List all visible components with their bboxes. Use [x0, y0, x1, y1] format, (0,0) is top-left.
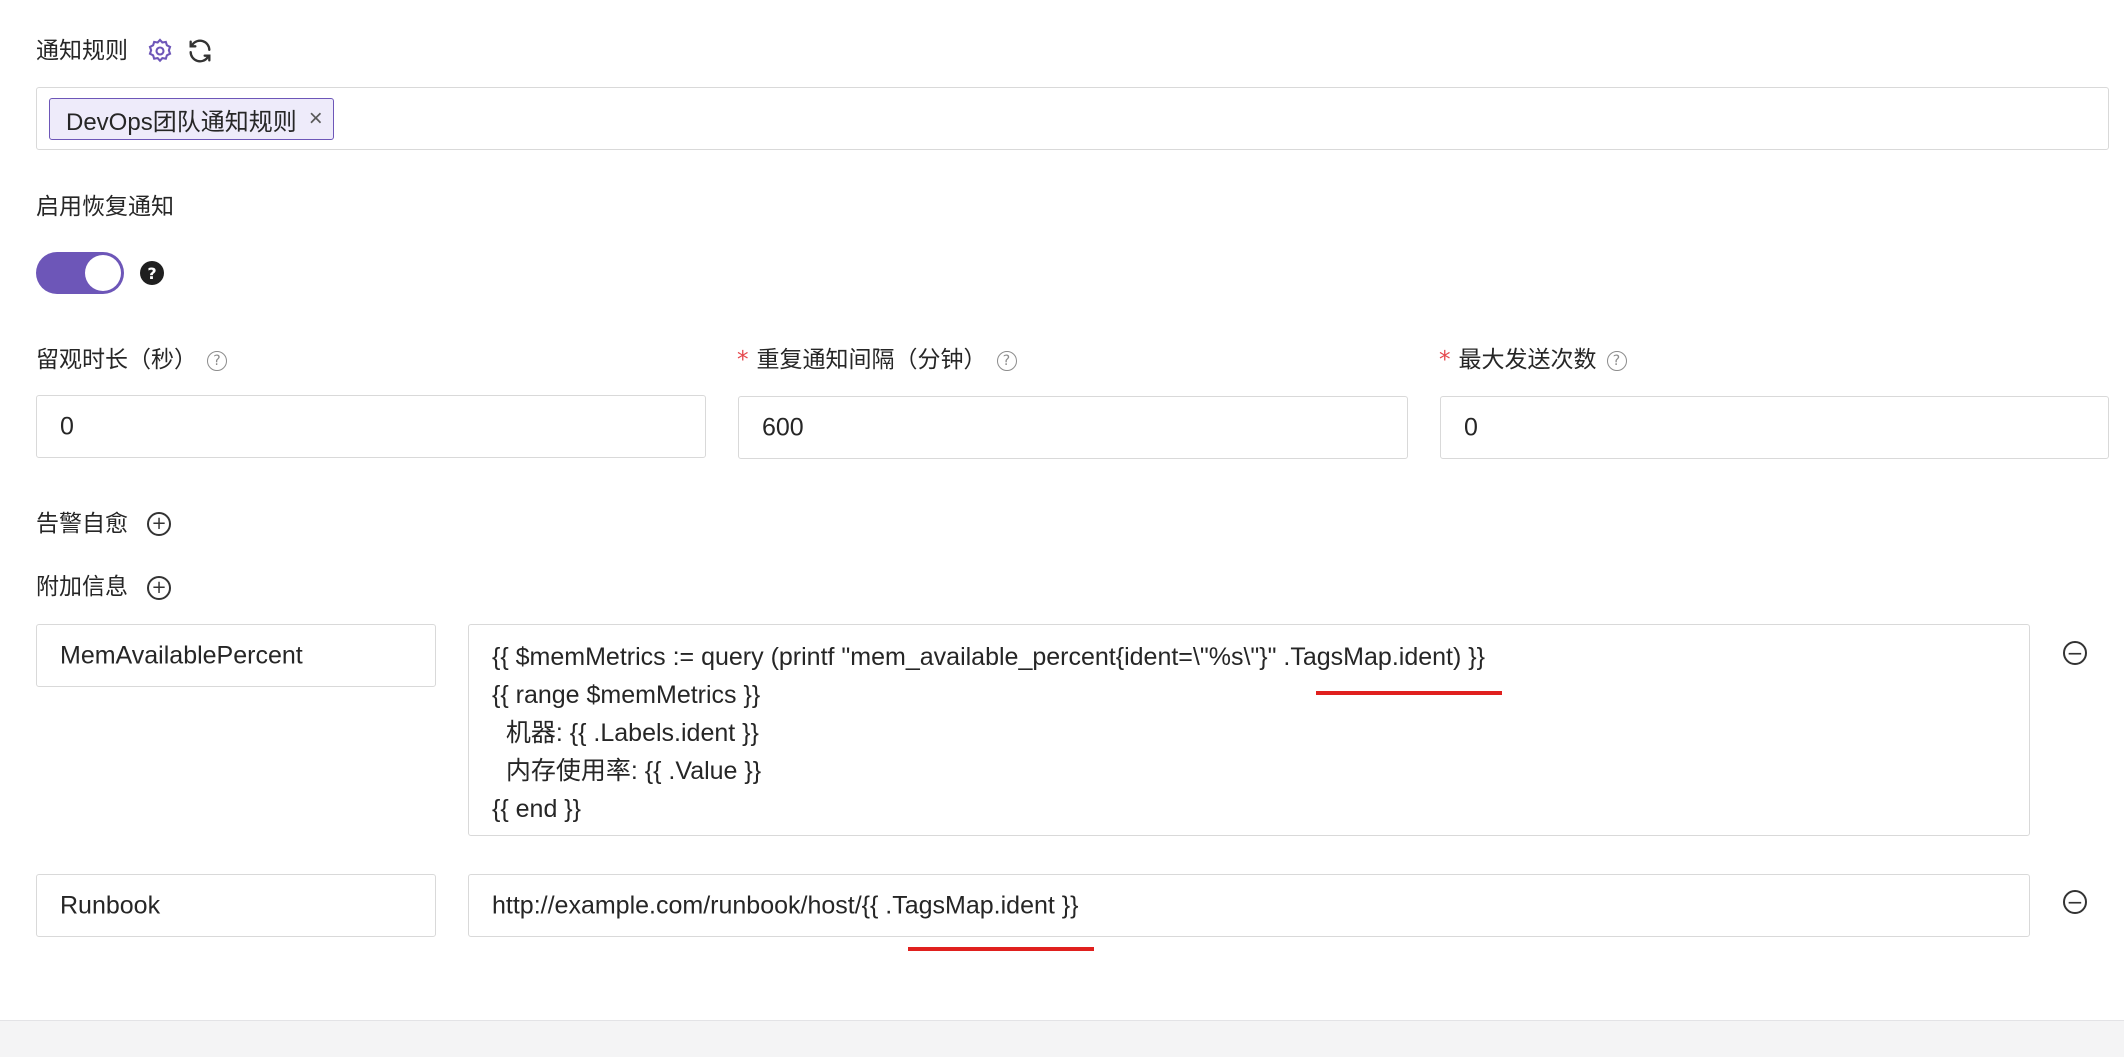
extra-value-input[interactable]: http://example.com/runbook/host/{{ .Tags… [468, 874, 2030, 937]
toggle-knob [85, 255, 121, 291]
red-underline-annotation [1316, 691, 1502, 695]
observe-value: 0 [60, 412, 74, 440]
settings-icon[interactable] [146, 37, 174, 65]
repeat-input[interactable]: 600 [738, 396, 1408, 459]
max-send-value: 0 [1464, 413, 1478, 441]
code-block: {{ $memMetrics := query (printf "mem_ava… [492, 638, 1485, 828]
extra-key-input[interactable]: Runbook [36, 874, 436, 937]
code-line: {{ range $memMetrics }} [492, 681, 761, 709]
required-mark: * [737, 347, 749, 373]
help-icon[interactable]: ? [140, 261, 164, 285]
notify-rule-select[interactable]: DevOps团队通知规则 × [36, 87, 2109, 150]
code-line: 机器: {{ .Labels.ident }} [492, 719, 759, 747]
repeat-value: 600 [762, 413, 804, 441]
extra-value-textarea[interactable]: {{ $memMetrics := query (printf "mem_ava… [468, 624, 2030, 836]
max-send-input[interactable]: 0 [1440, 396, 2109, 459]
question-icon[interactable]: ? [1606, 350, 1627, 371]
extra-info-label: 附加信息 [36, 574, 128, 600]
extra-value-text: http://example.com/runbook/host/{{ .Tags… [492, 891, 1079, 919]
question-icon[interactable]: ? [207, 350, 227, 371]
extra-key-value: Runbook [60, 891, 161, 919]
recovery-toggle[interactable] [36, 252, 124, 294]
remove-circle-icon[interactable]: − [2063, 641, 2087, 665]
add-circle-icon[interactable]: + [147, 576, 171, 600]
notify-rule-tag: DevOps团队通知规则 × [49, 98, 334, 140]
refresh-icon[interactable] [186, 37, 214, 65]
observe-input[interactable]: 0 [36, 395, 706, 458]
code-line: {{ end }} [492, 795, 582, 823]
remove-circle-icon[interactable]: − [2063, 890, 2087, 914]
code-line: {{ $memMetrics := query (printf "mem_ava… [492, 643, 1485, 671]
red-underline-annotation [908, 947, 1094, 951]
repeat-label: * 重复通知间隔（分钟）? [737, 349, 1017, 372]
extra-key-value: MemAvailablePercent [60, 641, 303, 669]
self-heal-label: 告警自愈 [36, 511, 128, 537]
add-circle-icon[interactable]: + [147, 512, 171, 536]
code-line: 内存使用率: {{ .Value }} [492, 757, 762, 785]
close-icon[interactable]: × [309, 105, 323, 133]
recovery-label: 启用恢复通知 [36, 194, 174, 220]
observe-label: 留观时长（秒）? [36, 349, 227, 372]
notify-rule-tag-label: DevOps团队通知规则 [66, 108, 297, 136]
question-icon[interactable]: ? [996, 350, 1017, 371]
extra-key-input[interactable]: MemAvailablePercent [36, 624, 436, 687]
max-send-label: * 最大发送次数? [1439, 349, 1627, 372]
required-mark: * [1439, 347, 1451, 373]
bottom-bar [0, 1020, 2124, 1057]
notify-rule-label: 通知规则 [36, 38, 128, 64]
